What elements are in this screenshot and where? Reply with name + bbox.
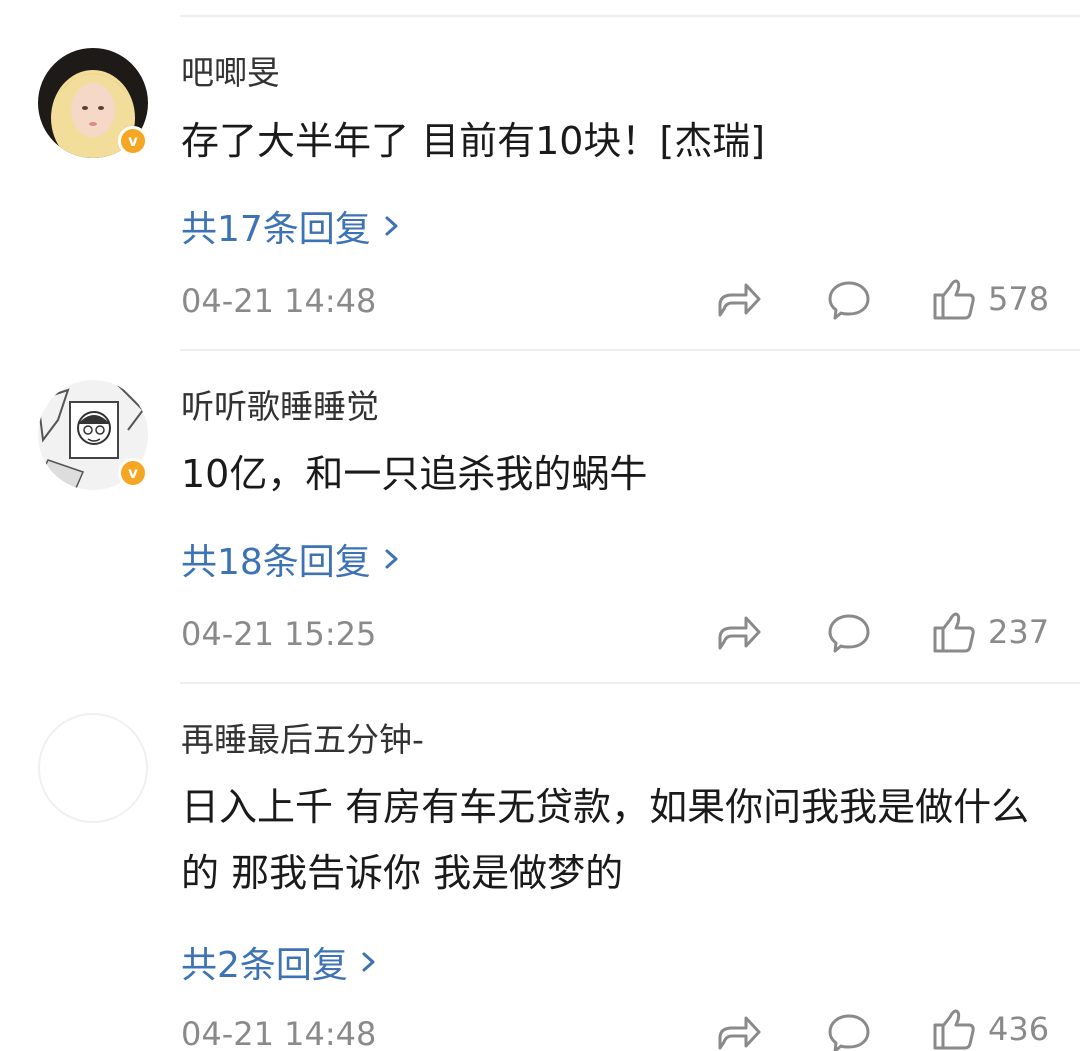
avatar[interactable]: v <box>38 48 148 158</box>
timestamp: 04-21 15:25 <box>181 615 377 653</box>
like-button[interactable]: 436 <box>932 1007 1049 1051</box>
username[interactable]: 再睡最后五分钟- <box>181 713 424 761</box>
comment-list: v 吧唧旻 存了大半年了 目前有10块！[杰瑞] 共17条回复 04-21 14… <box>0 0 1080 1051</box>
replies-link[interactable]: 共2条回复 <box>181 936 380 988</box>
like-icon <box>933 612 975 653</box>
replies-label: 共17条回复 <box>181 209 371 250</box>
share-button[interactable] <box>716 612 762 652</box>
comment-icon <box>828 1014 870 1051</box>
replies-link[interactable]: 共17条回复 <box>181 200 403 252</box>
comment-text: 存了大半年了 目前有10块！[杰瑞] <box>181 119 766 163</box>
replies-link[interactable]: 共18条回复 <box>181 533 403 585</box>
divider <box>180 349 1080 351</box>
avatar[interactable]: v <box>38 380 148 490</box>
replies-label: 共18条回复 <box>181 542 371 583</box>
comment-icon <box>828 281 870 320</box>
avatar[interactable] <box>38 713 148 823</box>
replies-label: 共2条回复 <box>181 945 348 986</box>
timestamp: 04-21 14:48 <box>181 282 377 320</box>
verified-badge-icon: v <box>118 126 148 156</box>
share-button[interactable] <box>716 1012 762 1051</box>
comment-text: 日入上千 有房有车无贷款，如果你问我我是做什么的 那我告诉你 我是做梦的 <box>181 785 1030 895</box>
share-icon <box>718 283 761 317</box>
chevron-right-icon <box>385 549 398 569</box>
divider <box>180 682 1080 684</box>
share-icon <box>718 616 761 650</box>
share-button[interactable] <box>716 279 762 319</box>
username[interactable]: 吧唧旻 <box>181 46 280 94</box>
chevron-right-icon <box>385 216 398 236</box>
like-icon <box>933 279 975 320</box>
username[interactable]: 听听歌睡睡觉 <box>181 380 379 428</box>
avatar-image <box>38 713 148 823</box>
verified-badge-icon: v <box>118 458 148 488</box>
divider <box>180 15 1080 17</box>
comment-text: 10亿，和一只追杀我的蜗牛 <box>181 452 648 496</box>
like-count: 578 <box>988 280 1050 318</box>
like-icon <box>933 1009 975 1050</box>
comment-button[interactable] <box>827 613 871 655</box>
like-button[interactable]: 237 <box>932 610 1049 654</box>
chevron-right-icon <box>362 952 375 972</box>
like-count: 436 <box>988 1010 1050 1048</box>
timestamp: 04-21 14:48 <box>181 1015 377 1051</box>
comment-button[interactable] <box>827 280 871 322</box>
share-icon <box>718 1016 761 1050</box>
comment-button[interactable] <box>827 1013 871 1051</box>
comment-icon <box>828 614 870 653</box>
like-count: 237 <box>988 613 1050 651</box>
like-button[interactable]: 578 <box>932 277 1049 321</box>
